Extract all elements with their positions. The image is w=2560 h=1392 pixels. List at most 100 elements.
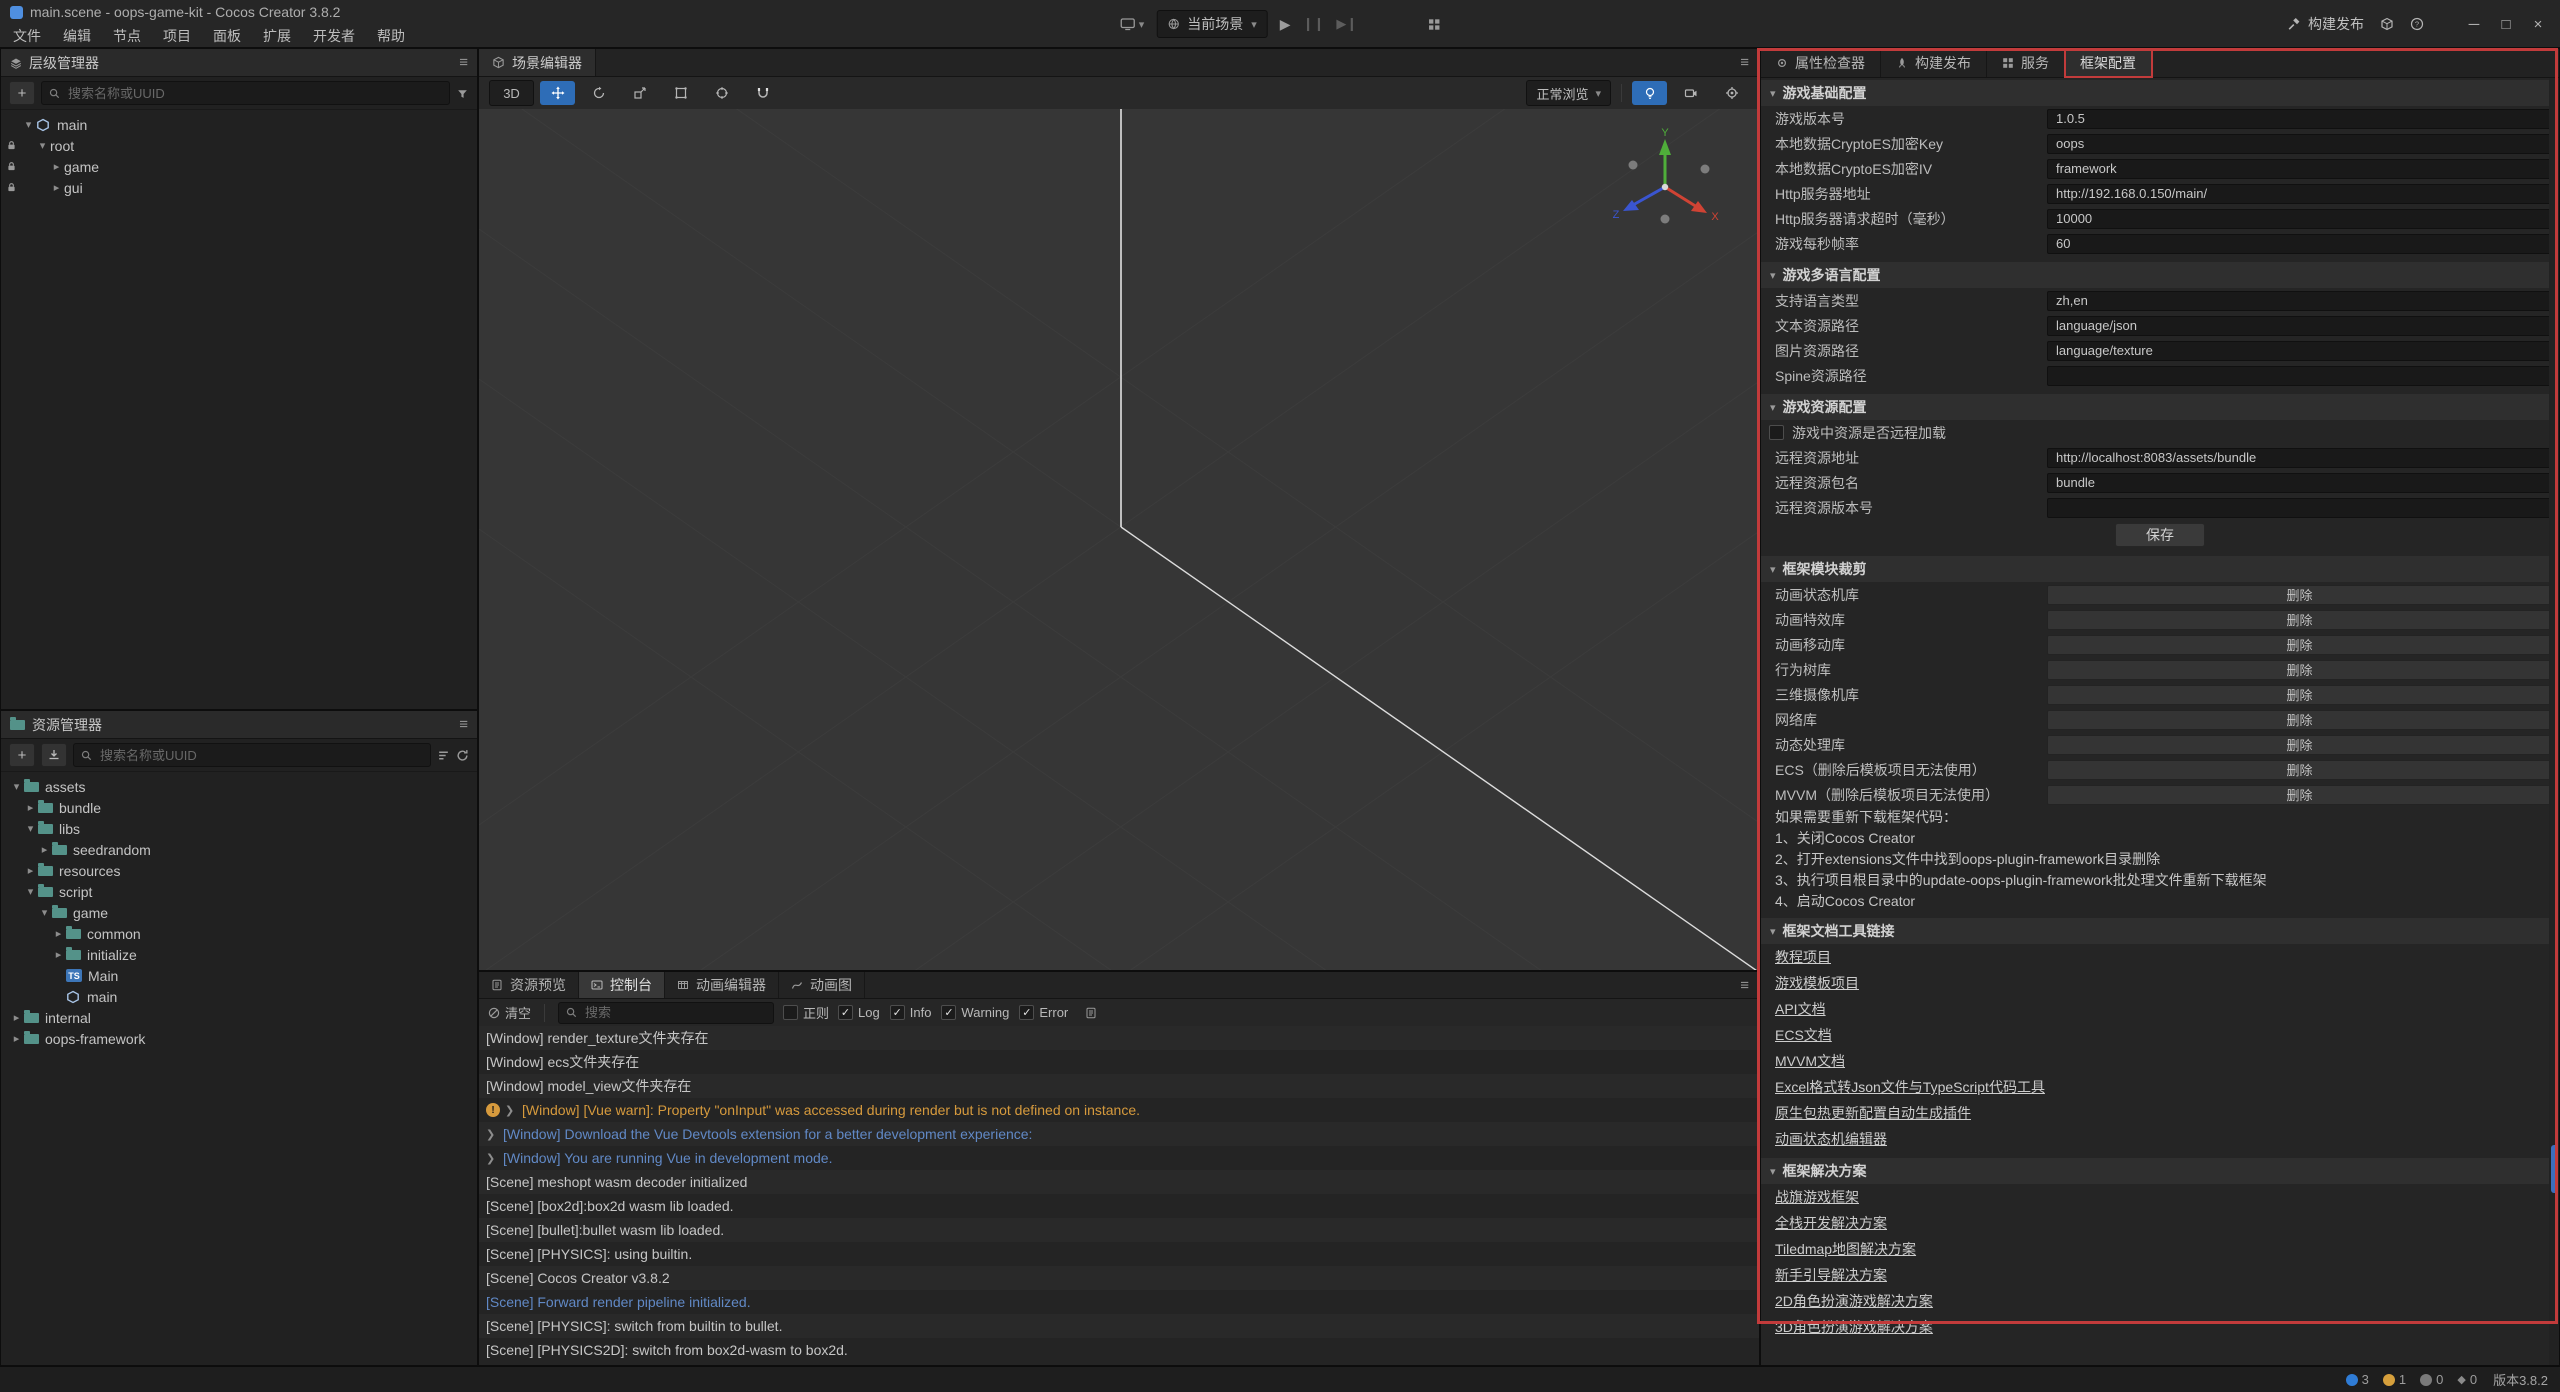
save-button[interactable]: 保存 [2115, 523, 2205, 547]
hierarchy-search-field[interactable] [66, 85, 442, 102]
doc-link[interactable]: ECS文档 [1775, 1025, 1832, 1045]
checkbox-unchecked-icon[interactable] [1769, 425, 1784, 440]
step-button[interactable]: ▶❙ [1336, 16, 1357, 32]
filter-icon[interactable] [456, 87, 469, 100]
package-icon[interactable] [2380, 17, 2394, 31]
delete-button[interactable]: 删除 [2047, 585, 2552, 605]
menu-2[interactable]: 节点 [102, 24, 152, 48]
tree-item-game[interactable]: ▸game [1, 156, 477, 177]
lock-icon[interactable] [1, 140, 21, 151]
caret-open-icon[interactable]: ▾ [21, 118, 36, 131]
view-mode-dropdown[interactable]: 正常浏览 ▾ [1526, 80, 1611, 106]
checkbox-unchecked-icon[interactable] [783, 1005, 798, 1020]
pause-button[interactable]: ❙❙ [1303, 16, 1325, 32]
delete-button[interactable]: 删除 [2047, 610, 2552, 630]
menu-1[interactable]: 编辑 [52, 24, 102, 48]
doc-link[interactable]: 战旗游戏框架 [1775, 1187, 1859, 1207]
filter-info[interactable]: ✓Info [890, 1005, 932, 1020]
field-input[interactable]: zh,en [2047, 291, 2552, 311]
section-header[interactable]: ▾框架解决方案 [1761, 1158, 2559, 1184]
checkbox-checked-icon[interactable]: ✓ [941, 1005, 956, 1020]
caret-closed-icon[interactable]: ▸ [23, 864, 38, 877]
log-row[interactable]: ❯[Window] Download the Vue Devtools exte… [479, 1122, 1759, 1146]
assets-search-input[interactable] [73, 743, 431, 767]
field-input[interactable]: bundle [2047, 473, 2552, 493]
doc-link[interactable]: 全栈开发解决方案 [1775, 1213, 1887, 1233]
delete-button[interactable]: 删除 [2047, 685, 2552, 705]
build-publish-button[interactable]: 构建发布 [2287, 14, 2364, 34]
expand-chevron-icon[interactable]: ❯ [486, 1128, 498, 1141]
sort-icon[interactable] [437, 749, 450, 762]
error-count[interactable]: 0 [2420, 1372, 2443, 1387]
field-input[interactable]: http://192.168.0.150/main/ [2047, 184, 2552, 204]
camera-settings-button[interactable] [1673, 81, 1708, 105]
doc-link[interactable]: 新手引导解决方案 [1775, 1265, 1887, 1285]
console-tab-3[interactable]: 动画图 [779, 972, 865, 998]
delete-button[interactable]: 删除 [2047, 785, 2552, 805]
field-input[interactable] [2047, 498, 2552, 518]
menu-5[interactable]: 扩展 [252, 24, 302, 48]
tree-item-internal[interactable]: ▸internal [1, 1007, 477, 1028]
checkbox-checked-icon[interactable]: ✓ [1019, 1005, 1034, 1020]
tree-item-resources[interactable]: ▸resources [1, 860, 477, 881]
import-asset-button[interactable] [41, 743, 67, 767]
caret-open-icon[interactable]: ▾ [23, 885, 38, 898]
tree-item-oops-framework[interactable]: ▸oops-framework [1, 1028, 477, 1049]
checkbox-checked-icon[interactable]: ✓ [890, 1005, 905, 1020]
close-button[interactable]: × [2522, 9, 2554, 39]
filter-error[interactable]: ✓Error [1019, 1005, 1068, 1020]
panel-menu-icon[interactable]: ≡ [1740, 54, 1759, 71]
caret-open-icon[interactable]: ▾ [35, 139, 50, 152]
doc-link[interactable]: MVVM文档 [1775, 1051, 1845, 1071]
panel-menu-icon[interactable]: ≡ [459, 716, 468, 733]
doc-link[interactable]: 教程项目 [1775, 947, 1831, 967]
field-input[interactable]: framework [2047, 159, 2552, 179]
move-tool-button[interactable] [540, 81, 575, 105]
caret-closed-icon[interactable]: ▸ [23, 801, 38, 814]
field-input[interactable]: language/json [2047, 316, 2552, 336]
scale-tool-button[interactable] [622, 81, 657, 105]
panel-menu-icon[interactable]: ≡ [459, 54, 468, 71]
menu-0[interactable]: 文件 [2, 24, 52, 48]
doc-link[interactable]: 游戏模板项目 [1775, 973, 1859, 993]
scrollbar-thumb[interactable] [2551, 1145, 2558, 1193]
tree-item-main[interactable]: ▾main [1, 114, 477, 135]
warning-count[interactable]: 1 [2383, 1372, 2406, 1387]
doc-link[interactable]: API文档 [1775, 999, 1826, 1019]
export-log-icon[interactable] [1085, 1007, 1097, 1019]
delete-button[interactable]: 删除 [2047, 735, 2552, 755]
tree-item-script[interactable]: ▾script [1, 881, 477, 902]
delete-button[interactable]: 删除 [2047, 660, 2552, 680]
inspector-tab-2[interactable]: 服务 [1987, 49, 2065, 77]
tree-item-gui[interactable]: ▸gui [1, 177, 477, 198]
create-asset-button[interactable]: + [9, 743, 35, 767]
tree-item-libs[interactable]: ▾libs [1, 818, 477, 839]
create-node-button[interactable]: + [9, 81, 35, 105]
clear-console-button[interactable]: 清空 [488, 1003, 531, 1022]
caret-closed-icon[interactable]: ▸ [51, 927, 66, 940]
doc-link[interactable]: Tiledmap地图解决方案 [1775, 1239, 1916, 1259]
tree-item-game[interactable]: ▾game [1, 902, 477, 923]
tree-item-initialize[interactable]: ▸initialize [1, 944, 477, 965]
menu-6[interactable]: 开发者 [302, 24, 366, 48]
log-row[interactable]: !❯[Window] [Vue warn]: Property "onInput… [479, 1098, 1759, 1122]
play-button[interactable]: ▶ [1280, 16, 1291, 33]
caret-closed-icon[interactable]: ▸ [37, 843, 52, 856]
lock-icon[interactable] [1, 182, 21, 193]
inspector-tab-1[interactable]: 构建发布 [1881, 49, 1987, 77]
doc-link[interactable]: 3D角色扮演游戏解决方案 [1775, 1317, 1933, 1337]
console-tab-1[interactable]: 控制台 [579, 972, 665, 998]
panel-menu-icon[interactable]: ≡ [1740, 977, 1759, 994]
checkbox-row[interactable]: 游戏中资源是否远程加载 [1761, 420, 2559, 445]
doc-link[interactable]: 原生包热更新配置自动生成插件 [1775, 1103, 1971, 1123]
inspector-tab-0[interactable]: 属性检查器 [1761, 49, 1881, 77]
tree-item-main[interactable]: main [1, 986, 477, 1007]
minimize-button[interactable]: ─ [2458, 9, 2490, 39]
field-input[interactable]: 1.0.5 [2047, 109, 2552, 129]
delete-button[interactable]: 删除 [2047, 635, 2552, 655]
caret-open-icon[interactable]: ▾ [37, 906, 52, 919]
section-header[interactable]: ▾框架模块裁剪 [1761, 556, 2559, 582]
section-header[interactable]: ▾游戏多语言配置 [1761, 262, 2559, 288]
caret-closed-icon[interactable]: ▸ [49, 160, 64, 173]
axis-gizmo[interactable]: Y X Z [1605, 127, 1725, 247]
